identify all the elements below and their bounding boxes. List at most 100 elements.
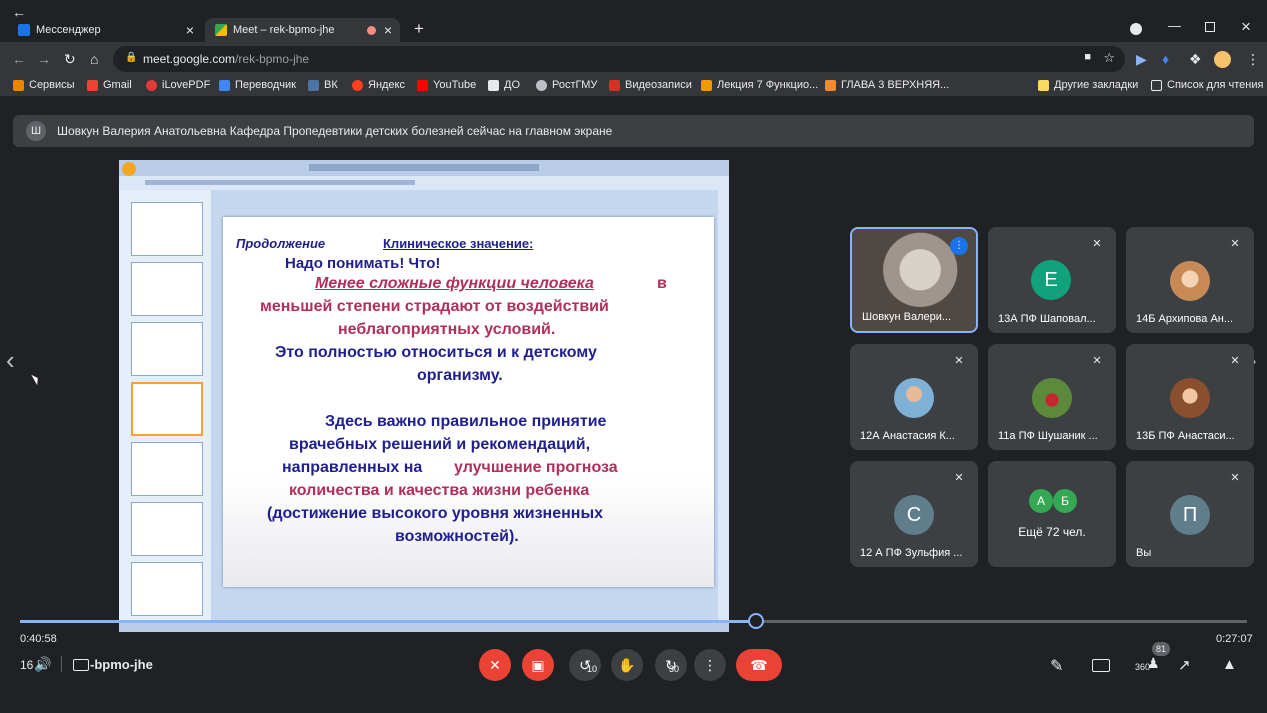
- close-icon[interactable]: ×: [186, 22, 194, 38]
- participant-name: 12А Анастасия К...: [860, 430, 955, 442]
- raise-hand-button[interactable]: ✋: [611, 649, 643, 681]
- tab-meet[interactable]: Meet – rek-bpmo-jhe ×: [205, 18, 400, 42]
- profile-dropdown-icon[interactable]: [1130, 23, 1142, 35]
- bookmark-item[interactable]: РостГМУ: [536, 79, 597, 91]
- new-tab-plus-icon[interactable]: +: [414, 19, 424, 39]
- participant-tile[interactable]: ✕ 11а ПФ Шушаник ...: [988, 344, 1116, 450]
- mic-off-icon: ✕: [1230, 472, 1240, 484]
- tab-messenger[interactable]: Мессенджер ×: [10, 18, 202, 42]
- prev-page-chevron-icon[interactable]: ‹: [6, 345, 15, 376]
- self-tile[interactable]: ✕ П Вы: [1126, 461, 1254, 567]
- participant-tile[interactable]: ✕ С 12 А ПФ Зульфия ...: [850, 461, 978, 567]
- bookmark-folder[interactable]: Другие закладки: [1038, 79, 1138, 91]
- participant-photo: [894, 378, 934, 418]
- participant-tile[interactable]: ✕ 14Б Архипова Ан...: [1126, 227, 1254, 333]
- present-screen-icon[interactable]: [1092, 659, 1110, 672]
- slide-scrollbar: [718, 190, 729, 622]
- browser-toolbar: ← → ↻ ⌂ 🔒 meet.google.com/rek-bpmo-jhe ■…: [0, 42, 1267, 76]
- bookmark-item[interactable]: ВК: [308, 79, 338, 91]
- meet-icon: [215, 24, 227, 36]
- more-participants-tile[interactable]: А Б Ещё 72 чел.: [988, 461, 1116, 567]
- close-icon[interactable]: ×: [384, 22, 392, 38]
- kebab-menu-icon[interactable]: ⋮: [1246, 50, 1260, 68]
- slide-line: (достижение высокого уровня жизненных: [267, 505, 604, 522]
- volume-icon[interactable]: 🔊: [34, 656, 51, 673]
- extensions-puzzle-icon[interactable]: ❖: [1189, 50, 1202, 68]
- chapter-icon: [825, 79, 836, 91]
- home-icon[interactable]: ⌂: [90, 50, 98, 68]
- lock-icon: 🔒: [125, 52, 138, 63]
- slide-line: Надо понимать! Что!: [285, 255, 441, 272]
- office-logo-icon: [122, 162, 136, 176]
- whiteboard-pencil-icon[interactable]: ✎: [1050, 656, 1063, 676]
- participant-photo: [1170, 378, 1210, 418]
- slide-thumbnail: [131, 202, 203, 256]
- people-icon[interactable]: ♟: [1147, 655, 1160, 672]
- participant-avatar: А: [1029, 489, 1053, 513]
- subtitles-icon[interactable]: [73, 659, 89, 671]
- participant-photo: [1032, 378, 1072, 418]
- progress-knob[interactable]: [748, 613, 765, 629]
- window-close-icon[interactable]: ×: [1241, 17, 1251, 37]
- forward-30-button[interactable]: ↻ 30: [655, 649, 687, 681]
- slide-line: организму.: [417, 367, 503, 384]
- participant-tile[interactable]: ✕ Е 13А ПФ Шаповал...: [988, 227, 1116, 333]
- extension-meet-icon[interactable]: ▶: [1136, 50, 1147, 68]
- extension-shield-icon[interactable]: ♦: [1162, 50, 1169, 68]
- mic-off-icon: ✕: [1230, 355, 1240, 367]
- camera-icon[interactable]: ■: [1084, 51, 1091, 63]
- mic-off-icon: ✕: [1092, 355, 1102, 367]
- reading-list-icon: [1151, 79, 1162, 91]
- reload-icon[interactable]: ↻: [64, 50, 76, 68]
- video-icon: [609, 79, 620, 91]
- kebab-menu-icon: ⋮: [703, 656, 717, 673]
- more-options-button[interactable]: ⋮: [694, 649, 726, 681]
- bookmark-item[interactable]: Лекция 7 Функцио...: [701, 79, 818, 91]
- activities-icon[interactable]: ▲: [1222, 656, 1237, 673]
- bookmark-item[interactable]: YouTube: [417, 79, 476, 91]
- people-count-badge: 81: [1152, 642, 1170, 656]
- slide-thumbnail-selected: [131, 382, 203, 436]
- mic-off-icon: ✕: [954, 472, 964, 484]
- back-icon[interactable]: ←: [12, 50, 26, 68]
- gmail-icon: [87, 79, 98, 91]
- forward-icon[interactable]: →: [37, 50, 51, 68]
- bookmark-item[interactable]: Яндекс: [352, 79, 405, 91]
- end-call-button[interactable]: ☎: [736, 649, 782, 681]
- bookmark-item[interactable]: Gmail: [87, 79, 132, 91]
- yandex-icon: [352, 79, 363, 91]
- rewind-10-button[interactable]: ↺ 10: [569, 649, 601, 681]
- rewind-label: 10: [587, 664, 598, 674]
- address-bar[interactable]: 🔒 meet.google.com/rek-bpmo-jhe ■ ☆: [113, 46, 1125, 72]
- participant-avatar: Е: [1031, 260, 1071, 300]
- bookmark-item[interactable]: Переводчик: [219, 79, 296, 91]
- minimize-icon[interactable]: —: [1168, 18, 1181, 33]
- participant-tile-presenter[interactable]: ⋮ Шовкун Валери...: [850, 227, 978, 333]
- fullscreen-icon[interactable]: ↗: [1178, 656, 1191, 674]
- profile-avatar[interactable]: [1214, 51, 1231, 68]
- messenger-icon: [18, 24, 30, 36]
- slide-line: улучшение прогноза: [454, 459, 618, 476]
- rostgmu-icon: [536, 79, 547, 91]
- shared-screen: Продолжение Клиническое значение: Надо п…: [119, 160, 729, 632]
- bookmark-item[interactable]: Видеозаписи: [609, 79, 692, 91]
- tab-label: Мессенджер: [36, 24, 101, 36]
- reading-list[interactable]: Список для чтения: [1151, 79, 1263, 91]
- meeting-code: -bpmo-jhe: [90, 657, 153, 672]
- mic-off-icon: ✕: [1092, 238, 1102, 250]
- title-bar-blur: [309, 164, 539, 171]
- bookmark-item[interactable]: iLovePDF: [146, 79, 210, 91]
- restore-icon[interactable]: [1205, 22, 1215, 32]
- video-progress-bar[interactable]: [20, 613, 1247, 629]
- mic-off-button[interactable]: ✕: [479, 649, 511, 681]
- slide-line: количества и качества жизни ребенка: [289, 482, 590, 499]
- camera-off-button[interactable]: ▣: [522, 649, 554, 681]
- participant-name: 12 А ПФ Зульфия ...: [860, 547, 963, 559]
- slide-line: врачебных решений и рекомендаций,: [289, 436, 591, 453]
- participant-tile[interactable]: ✕ 13Б ПФ Анастаси...: [1126, 344, 1254, 450]
- participant-tile[interactable]: ✕ 12А Анастасия К...: [850, 344, 978, 450]
- bookmark-star-icon[interactable]: ☆: [1103, 50, 1115, 66]
- bookmark-item[interactable]: Сервисы: [13, 79, 75, 91]
- bookmark-item[interactable]: ГЛАВА 3 ВЕРХНЯЯ...: [825, 79, 949, 91]
- bookmark-item[interactable]: ДО: [488, 79, 520, 91]
